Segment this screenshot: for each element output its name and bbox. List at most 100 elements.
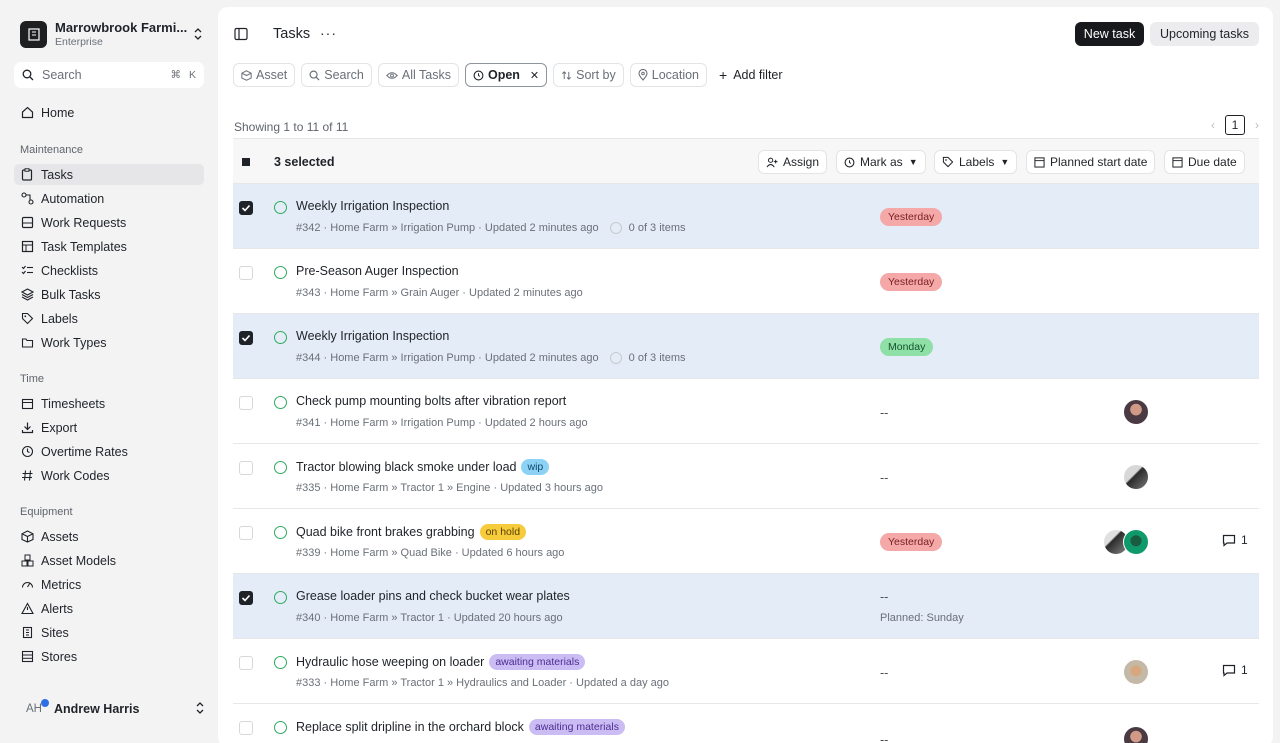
clock-icon [20, 445, 34, 459]
table-row[interactable]: Pre-Season Auger Inspection #343 · Home … [233, 249, 1259, 314]
table-row[interactable]: Check pump mounting bolts after vibratio… [233, 379, 1259, 444]
section-equipment: Equipment [20, 506, 73, 518]
sidebar-item-asset-models[interactable]: Asset Models [14, 550, 204, 571]
sidebar-item-label: Work Requests [41, 215, 127, 230]
sidebar-item-work-requests[interactable]: Work Requests [14, 212, 204, 233]
sidebar-search[interactable]: Search ⌘ K [14, 62, 204, 88]
sidebar-item-metrics[interactable]: Metrics [14, 574, 204, 595]
row-checkbox[interactable] [239, 201, 253, 215]
sidebar-item-sites[interactable]: Sites [14, 622, 204, 643]
sort-icon [561, 70, 572, 81]
filter-all-tasks[interactable]: All Tasks [377, 63, 459, 87]
prev-page-icon[interactable]: ‹ [1211, 118, 1215, 132]
task-title[interactable]: Hydraulic hose weeping on loader awaiting… [296, 654, 586, 670]
open-status-icon[interactable] [274, 461, 287, 474]
select-all-checkbox[interactable] [242, 158, 250, 166]
sidebar-item-export[interactable]: Export [14, 417, 204, 438]
open-status-icon[interactable] [274, 201, 287, 214]
row-checkbox[interactable] [239, 721, 253, 735]
row-checkbox[interactable] [239, 526, 253, 540]
table-row[interactable]: Hydraulic hose weeping on loader awaiting… [233, 639, 1259, 704]
more-icon[interactable]: ··· [320, 25, 337, 41]
user-menu[interactable]: AH Andrew Harris [20, 698, 205, 720]
label-tag: on hold [479, 524, 527, 540]
task-title[interactable]: Check pump mounting bolts after vibratio… [296, 394, 566, 408]
open-status-icon[interactable] [274, 331, 287, 344]
folder-icon [20, 336, 34, 350]
task-meta: #339 · Home Farm » Quad Bike · Updated 6… [296, 547, 565, 559]
filter-location[interactable]: Location [629, 63, 708, 87]
assign-button[interactable]: Assign [758, 150, 828, 174]
row-checkbox[interactable] [239, 656, 253, 670]
sidebar-item-assets[interactable]: Assets [14, 526, 204, 547]
building-icon [20, 626, 34, 640]
task-title[interactable]: Quad bike front brakes grabbing on hold [296, 524, 527, 540]
warning-icon [20, 602, 34, 616]
comment-count[interactable]: 1 [1222, 533, 1248, 547]
task-title[interactable]: Weekly Irrigation Inspection [296, 199, 449, 213]
sidebar-item-work-types[interactable]: Work Types [14, 332, 204, 353]
table-row[interactable]: Replace split dripline in the orchard bl… [233, 704, 1259, 743]
task-meta: #333 · Home Farm » Tractor 1 » Hydraulic… [296, 677, 669, 689]
table-row[interactable]: Weekly Irrigation Inspection #344 · Home… [233, 314, 1259, 379]
sidebar-item-home[interactable]: Home [14, 102, 204, 123]
open-status-icon[interactable] [274, 266, 287, 279]
task-title[interactable]: Weekly Irrigation Inspection [296, 329, 449, 343]
row-checkbox[interactable] [239, 266, 253, 280]
open-status-icon[interactable] [274, 721, 287, 734]
open-status-icon[interactable] [274, 396, 287, 409]
new-task-button[interactable]: New task [1075, 22, 1144, 46]
hash-icon [20, 469, 34, 483]
sidebar-item-alerts[interactable]: Alerts [14, 598, 204, 619]
comment-count[interactable]: 1 [1222, 663, 1248, 677]
sidebar-item-tasks[interactable]: Tasks [14, 164, 204, 185]
filter-asset[interactable]: Asset [233, 63, 296, 87]
mark-as-button[interactable]: Mark as ▼ [836, 150, 926, 174]
table-row[interactable]: Tractor blowing black smoke under load wi… [233, 444, 1259, 509]
filter-sort-by[interactable]: Sort by [553, 63, 624, 87]
remove-filter-icon[interactable]: ✕ [530, 69, 539, 82]
row-checkbox[interactable] [239, 461, 253, 475]
org-switcher[interactable]: Marrowbrook Farmi... Enterprise [20, 20, 205, 48]
upcoming-tasks-button[interactable]: Upcoming tasks [1150, 22, 1259, 46]
sidebar-item-overtime-rates[interactable]: Overtime Rates [14, 441, 204, 462]
assignee-avatar[interactable] [1123, 659, 1149, 685]
assignee-avatar[interactable] [1123, 529, 1149, 555]
sidebar-toggle-icon[interactable] [234, 27, 248, 41]
assignee-avatar[interactable] [1123, 726, 1149, 743]
filter-search[interactable]: Search [301, 63, 372, 87]
row-checkbox[interactable] [239, 331, 253, 345]
sidebar-item-bulk-tasks[interactable]: Bulk Tasks [14, 284, 204, 305]
planned-start-date-button[interactable]: Planned start date [1026, 150, 1156, 174]
sidebar-item-task-templates[interactable]: Task Templates [14, 236, 204, 257]
assignee-avatar[interactable] [1123, 399, 1149, 425]
due-date-button[interactable]: Due date [1164, 150, 1245, 174]
table-row[interactable]: Quad bike front brakes grabbing on hold #… [233, 509, 1259, 574]
sidebar-item-stores[interactable]: Stores [14, 646, 204, 667]
table-row[interactable]: Weekly Irrigation Inspection #342 · Home… [233, 184, 1259, 249]
sidebar-item-checklists[interactable]: Checklists [14, 260, 204, 281]
plus-icon: + [719, 67, 728, 83]
sidebar-item-labels[interactable]: Labels [14, 308, 204, 329]
task-title[interactable]: Pre-Season Auger Inspection [296, 264, 459, 278]
assignee-avatar[interactable] [1123, 464, 1149, 490]
table-row[interactable]: Grease loader pins and check bucket wear… [233, 574, 1259, 639]
sidebar-item-work-codes[interactable]: Work Codes [14, 465, 204, 486]
next-page-icon[interactable]: › [1255, 118, 1259, 132]
open-status-icon[interactable] [274, 526, 287, 539]
row-checkbox[interactable] [239, 396, 253, 410]
task-title[interactable]: Replace split dripline in the orchard bl… [296, 719, 625, 735]
task-title[interactable]: Grease loader pins and check bucket wear… [296, 589, 570, 603]
add-filter-button[interactable]: + Add filter [719, 67, 783, 83]
sidebar-item-automation[interactable]: Automation [14, 188, 204, 209]
sidebar-item-timesheets[interactable]: Timesheets [14, 393, 204, 414]
open-status-icon[interactable] [274, 591, 287, 604]
row-checkbox[interactable] [239, 591, 253, 605]
page-number[interactable]: 1 [1225, 115, 1245, 135]
search-icon [22, 69, 34, 81]
task-title[interactable]: Tractor blowing black smoke under load wi… [296, 459, 550, 475]
filter-open[interactable]: Open ✕ [464, 63, 548, 87]
labels-button[interactable]: Labels ▼ [934, 150, 1018, 174]
calendar-clock-icon [1034, 156, 1045, 168]
open-status-icon[interactable] [274, 656, 287, 669]
